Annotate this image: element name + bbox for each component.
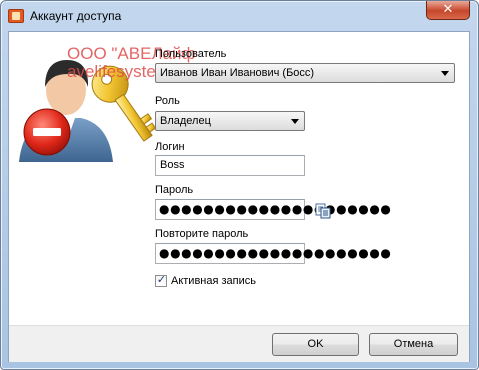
dialog-footer: OK Отмена (9, 325, 469, 362)
chevron-down-icon (441, 71, 449, 76)
close-button[interactable]: ✕ (426, 1, 470, 20)
login-label: Логин (155, 141, 185, 153)
user-label: Пользователь (155, 48, 227, 60)
role-select-value: Владелец (160, 115, 211, 127)
chevron-down-icon (291, 119, 299, 124)
password-repeat-input[interactable]: ●●●●●●●●●●●●●●●●●●●●● (155, 243, 391, 264)
copy-password-icon[interactable] (315, 203, 331, 219)
title-bar[interactable]: Аккаунт доступа ✕ (1, 1, 478, 31)
window-title: Аккаунт доступа (30, 9, 122, 23)
checkmark-icon: ✓ (156, 273, 167, 286)
role-select[interactable]: Владелец (155, 111, 305, 131)
password-repeat-label: Повторите пароль (155, 228, 249, 240)
password-input[interactable]: ●●●●●●●●●●●●●●●●●●●●● (155, 199, 391, 220)
login-input-value: Boss (160, 159, 185, 171)
ok-button[interactable]: OK (272, 333, 359, 356)
password-label: Пароль (155, 184, 194, 196)
user-select-value: Иванов Иван Иванович (Босс) (160, 67, 315, 79)
dialog-body: ООО "АВЕЛайф avelifesystems.ru Пользоват… (8, 31, 470, 362)
active-checkbox[interactable]: ✓ (155, 273, 167, 287)
login-input[interactable]: Boss (155, 155, 305, 176)
app-icon (8, 9, 24, 23)
account-dialog-window: Аккаунт доступа ✕ ООО "АВЕЛайф avelifesy… (0, 0, 479, 370)
active-checkbox-label[interactable]: Активная запись (171, 275, 256, 287)
cancel-button[interactable]: Отмена (369, 333, 458, 356)
password-mask: ●●●●●●●●●●●●●●●●●●●●● (159, 202, 392, 216)
password-repeat-mask: ●●●●●●●●●●●●●●●●●●●●● (159, 246, 392, 260)
user-select[interactable]: Иванов Иван Иванович (Босс) (155, 63, 455, 83)
role-label: Роль (155, 95, 180, 107)
close-icon: ✕ (442, 2, 454, 17)
